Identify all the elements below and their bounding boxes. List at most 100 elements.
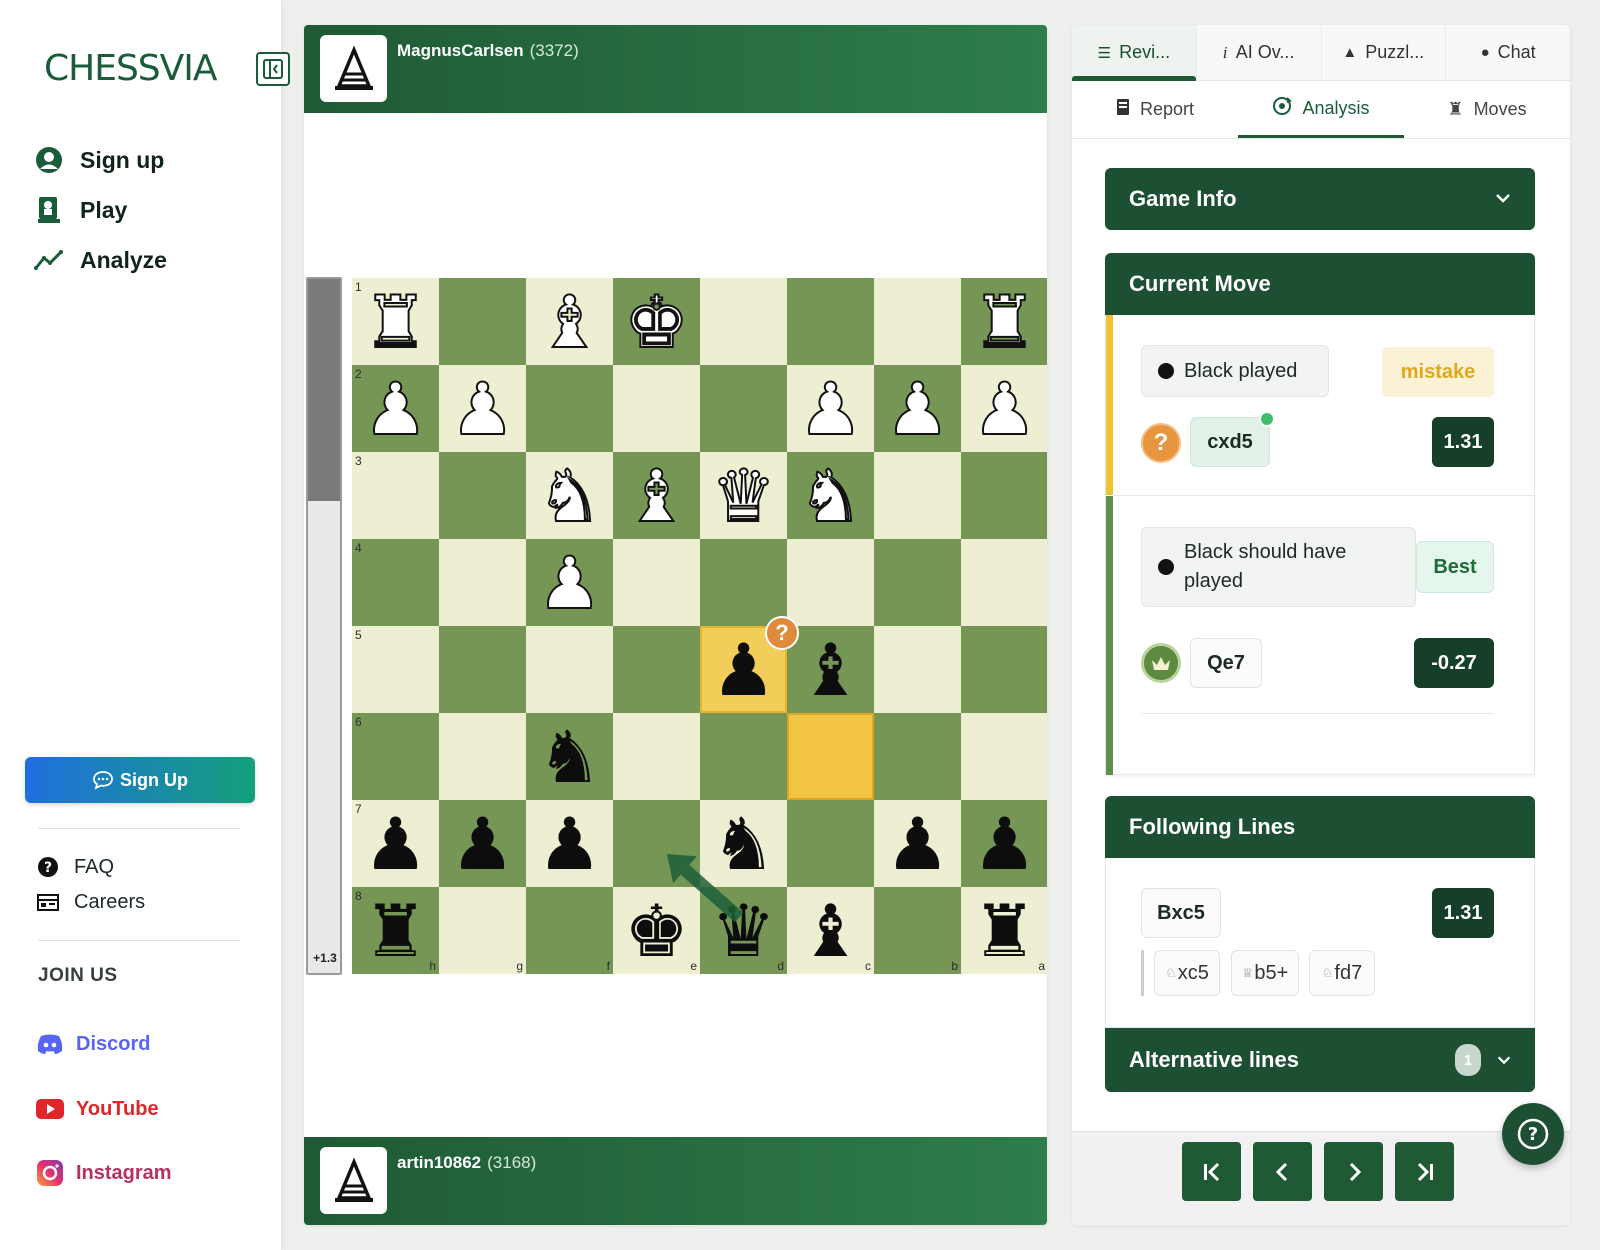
next-move-button[interactable] <box>1324 1142 1383 1201</box>
board-square[interactable] <box>874 278 961 365</box>
nav-sign-up[interactable]: Sign up <box>34 135 167 185</box>
following-move-chip[interactable]: Bxc5 <box>1141 888 1221 938</box>
board-square[interactable] <box>700 278 787 365</box>
board-square[interactable] <box>613 713 700 800</box>
black-pawn-icon[interactable]: ♟ <box>439 800 526 887</box>
black-knight-icon[interactable]: ♞ <box>526 713 613 800</box>
black-rook-icon[interactable]: ♜ <box>352 887 439 974</box>
sign-up-button[interactable]: Sign Up <box>25 757 255 803</box>
faq-link[interactable]: ? FAQ <box>36 855 114 879</box>
board-square[interactable]: 2 ♟ <box>352 365 439 452</box>
tab-report[interactable]: Report <box>1072 81 1238 138</box>
board-square[interactable] <box>874 539 961 626</box>
board-square[interactable] <box>961 713 1047 800</box>
board-square[interactable]: 1 ♜ <box>352 278 439 365</box>
board-square[interactable] <box>961 626 1047 713</box>
top-player-name[interactable]: MagnusCarlsen (3372) <box>397 41 579 61</box>
board-square[interactable] <box>874 713 961 800</box>
nav-play[interactable]: Play <box>34 185 167 235</box>
white-pawn-icon[interactable]: ♟ <box>874 365 961 452</box>
board-square[interactable]: ♟ <box>526 539 613 626</box>
discord-link[interactable]: Discord <box>36 1030 150 1058</box>
white-pawn-icon[interactable]: ♟ <box>439 365 526 452</box>
black-knight-icon[interactable]: ♞ <box>700 800 787 887</box>
board-square[interactable] <box>961 539 1047 626</box>
board-square[interactable] <box>961 452 1047 539</box>
board-square[interactable] <box>613 539 700 626</box>
tab-puzzles[interactable]: ▲ Puzzl... <box>1321 25 1447 80</box>
board-square[interactable] <box>787 539 874 626</box>
tab-analysis[interactable]: Analysis <box>1238 81 1404 138</box>
tab-moves[interactable]: ♜ Moves <box>1404 81 1570 138</box>
bottom-player-name[interactable]: artin10862 (3168) <box>397 1153 536 1173</box>
white-bishop-icon[interactable]: ♝ <box>613 452 700 539</box>
board-square[interactable]: f <box>526 887 613 974</box>
board-square[interactable] <box>874 626 961 713</box>
board-square[interactable] <box>787 800 874 887</box>
board-square[interactable] <box>613 626 700 713</box>
board-square[interactable]: ♝ <box>787 626 874 713</box>
board-square[interactable] <box>439 278 526 365</box>
board-square[interactable]: ♟ <box>961 800 1047 887</box>
chessvia-logo[interactable]: CHESSVIA <box>44 48 218 89</box>
white-pawn-icon[interactable]: ♟ <box>961 365 1047 452</box>
board-square[interactable] <box>439 626 526 713</box>
tab-ai-overview[interactable]: i AI Ov... <box>1196 25 1322 80</box>
board-square[interactable]: ♟ <box>439 800 526 887</box>
board-square[interactable]: e ♚ <box>613 887 700 974</box>
last-move-button[interactable] <box>1395 1142 1454 1201</box>
board-square[interactable]: a ♜ <box>961 887 1047 974</box>
board-square[interactable]: g <box>439 887 526 974</box>
youtube-link[interactable]: YouTube <box>36 1095 159 1123</box>
board-square[interactable]: ♟ <box>439 365 526 452</box>
continuation-move[interactable]: ♕ b5+ <box>1231 950 1299 996</box>
board-square[interactable]: ♚ <box>613 278 700 365</box>
white-queen-icon[interactable]: ♛ <box>700 452 787 539</box>
white-knight-icon[interactable]: ♞ <box>787 452 874 539</box>
continuation-move[interactable]: ♘ xc5 <box>1154 950 1220 996</box>
black-bishop-icon[interactable]: ♝ <box>787 887 874 974</box>
best-move-chip[interactable]: Qe7 <box>1190 638 1262 688</box>
board-square[interactable]: 7 ♟ <box>352 800 439 887</box>
board-square[interactable]: ♞ <box>526 452 613 539</box>
nav-analyze[interactable]: Analyze <box>34 235 167 285</box>
board-square[interactable] <box>874 452 961 539</box>
tab-chat[interactable]: ● Chat <box>1446 25 1570 80</box>
board-square[interactable]: c ♝ <box>787 887 874 974</box>
board-square[interactable]: ♟ <box>526 800 613 887</box>
board-square[interactable]: ♞ <box>700 800 787 887</box>
white-king-icon[interactable]: ♚ <box>613 278 700 365</box>
black-pawn-icon[interactable]: ♟ <box>874 800 961 887</box>
help-button[interactable]: ? <box>1502 1103 1564 1165</box>
black-pawn-icon[interactable]: ♟ <box>352 800 439 887</box>
first-move-button[interactable] <box>1182 1142 1241 1201</box>
black-king-icon[interactable]: ♚ <box>613 887 700 974</box>
tab-review[interactable]: ☰ Revi... <box>1072 25 1197 81</box>
board-square[interactable]: 5 <box>352 626 439 713</box>
board-square[interactable]: ♝ <box>526 278 613 365</box>
board-square[interactable]: ♛ <box>700 452 787 539</box>
board-square[interactable] <box>700 365 787 452</box>
board-square[interactable] <box>613 800 700 887</box>
board-square[interactable] <box>439 452 526 539</box>
instagram-link[interactable]: Instagram <box>36 1159 172 1187</box>
board-square[interactable] <box>787 278 874 365</box>
board-square[interactable]: ♟ <box>874 365 961 452</box>
black-queen-icon[interactable]: ♛ <box>700 887 787 974</box>
board-square[interactable]: 6 <box>352 713 439 800</box>
board-square[interactable]: 4 <box>352 539 439 626</box>
black-pawn-icon[interactable]: ♟ <box>961 800 1047 887</box>
black-rook-icon[interactable]: ♜ <box>961 887 1047 974</box>
collapse-sidebar-button[interactable] <box>256 52 290 86</box>
board-square[interactable] <box>613 365 700 452</box>
board-square[interactable] <box>526 626 613 713</box>
board-square[interactable]: ♟ <box>787 365 874 452</box>
white-knight-icon[interactable]: ♞ <box>526 452 613 539</box>
board-square[interactable] <box>787 713 874 800</box>
white-rook-icon[interactable]: ♜ <box>961 278 1047 365</box>
white-bishop-icon[interactable]: ♝ <box>526 278 613 365</box>
board-square[interactable]: ♟ <box>961 365 1047 452</box>
careers-link[interactable]: Careers <box>36 890 145 914</box>
board-square[interactable] <box>439 539 526 626</box>
board-square[interactable]: d ♛ <box>700 887 787 974</box>
